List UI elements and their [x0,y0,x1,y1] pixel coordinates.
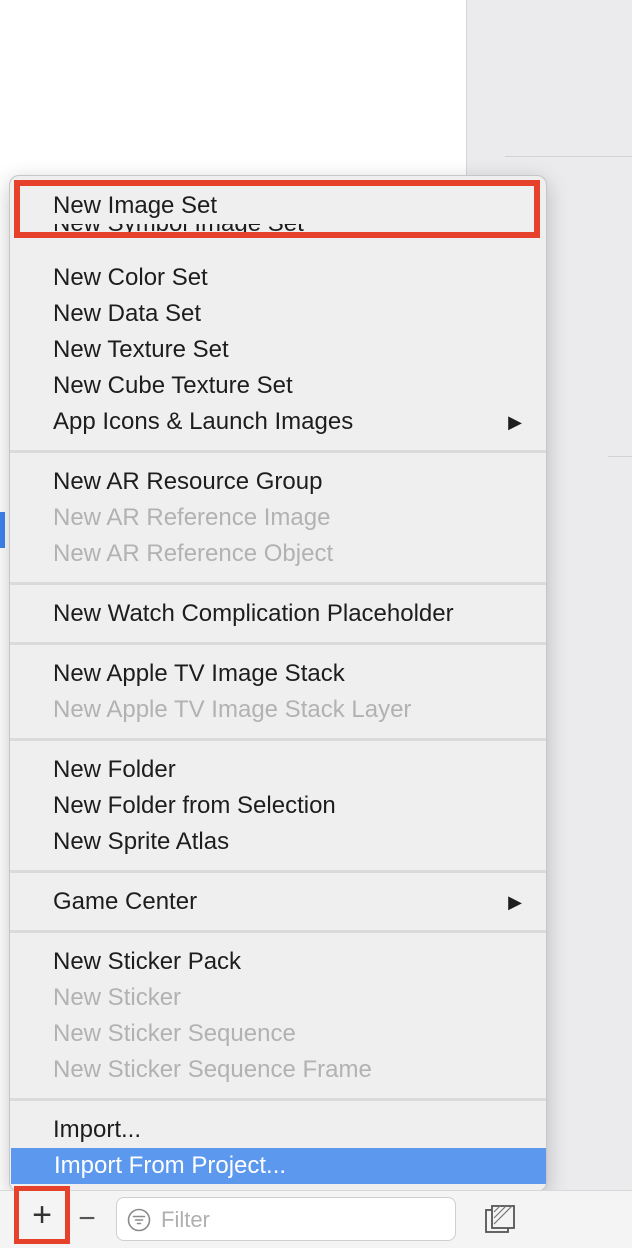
menu-item-new-color-set[interactable]: New Color Set [10,260,546,296]
menu-item-label: New Sprite Atlas [53,828,230,855]
menu-item-label: New Folder [53,756,176,783]
menu-item-label: Import From Project... [54,1152,287,1179]
menu-item-new-apple-tv-image-stack-layer: New Apple TV Image Stack Layer [10,692,546,728]
menu-separator [10,930,546,933]
menu-item-label: New Folder from Selection [53,792,336,819]
editor-divider [505,156,632,157]
menu-item-label: New Watch Complication Placeholder [53,600,454,627]
submenu-arrow-icon: ▶ [508,892,522,912]
menu-item-label: New Symbol Image Set [53,224,304,237]
menu-item-new-ar-resource-group[interactable]: New AR Resource Group [10,464,546,500]
filter-field[interactable] [116,1197,456,1241]
menu-item-label: New Apple TV Image Stack [53,660,345,687]
menu-item-new-image-set[interactable]: New Image Set [10,188,546,224]
filter-icon [127,1208,151,1232]
add-asset-menu: New Image Set New Symbol Image Set New C… [9,175,547,1192]
menu-item-label: New Image Set [53,192,218,219]
menu-item-new-texture-set[interactable]: New Texture Set [10,332,546,368]
menu-item-label: New Data Set [53,300,202,327]
menu-item-new-folder-from-selection[interactable]: New Folder from Selection [10,788,546,824]
menu-item-game-center[interactable]: Game Center ▶ [10,884,546,920]
menu-item-label: New Texture Set [53,336,229,363]
submenu-arrow-icon: ▶ [508,412,522,432]
menu-separator [10,450,546,453]
menu-item-new-apple-tv-image-stack[interactable]: New Apple TV Image Stack [10,656,546,692]
menu-item-new-sticker-sequence: New Sticker Sequence [10,1016,546,1052]
add-button-label: + [32,1196,52,1234]
remove-button-label: − [78,1202,96,1235]
menu-separator [10,642,546,645]
menu-item-import-from-project[interactable]: Import From Project... [11,1148,546,1184]
selection-accent [0,512,5,548]
menu-item-label: New Cube Texture Set [53,372,293,399]
menu-item-new-cube-texture-set[interactable]: New Cube Texture Set [10,368,546,404]
menu-item-label: App Icons & Launch Images [53,408,354,435]
filter-input[interactable] [159,1204,443,1236]
menu-item-label: New Sticker [53,984,182,1011]
menu-separator [10,582,546,585]
menu-item-new-watch-complication[interactable]: New Watch Complication Placeholder [10,596,546,632]
menu-item-label: Import... [53,1116,142,1143]
menu-item-label: New AR Reference Image [53,504,331,531]
add-button[interactable]: + [14,1186,70,1244]
menu-item-label: New AR Resource Group [53,468,323,495]
remove-button[interactable]: − [74,1202,100,1236]
menu-item-new-sticker-pack[interactable]: New Sticker Pack [10,944,546,980]
menu-item-label: New AR Reference Object [53,540,334,567]
menu-item-new-symbol-image-set[interactable]: New Symbol Image Set [10,224,546,246]
menu-item-new-folder[interactable]: New Folder [10,752,546,788]
menu-item-label: Game Center [53,888,198,915]
menu-separator [10,1098,546,1101]
menu-item-label: New Sticker Sequence Frame [53,1056,372,1083]
menu-item-app-icons[interactable]: App Icons & Launch Images ▶ [10,404,546,440]
menu-item-label: New Apple TV Image Stack Layer [53,696,412,723]
editor-divider [608,456,632,457]
menu-item-label: New Sticker Sequence [53,1020,296,1047]
menu-item-import[interactable]: Import... [10,1112,546,1148]
menu-item-new-sticker: New Sticker [10,980,546,1016]
menu-item-new-ar-reference-object: New AR Reference Object [10,536,546,572]
menu-item-new-sprite-atlas[interactable]: New Sprite Atlas [10,824,546,860]
menu-separator [10,870,546,873]
menu-item-new-data-set[interactable]: New Data Set [10,296,546,332]
menu-item-label: New Color Set [53,264,208,291]
menu-item-new-ar-reference-image: New AR Reference Image [10,500,546,536]
menu-item-label: New Sticker Pack [53,948,242,975]
menu-item-new-sticker-sequence-frame: New Sticker Sequence Frame [10,1052,546,1088]
menu-separator [10,738,546,741]
asset-catalog-icon[interactable] [482,1202,518,1238]
